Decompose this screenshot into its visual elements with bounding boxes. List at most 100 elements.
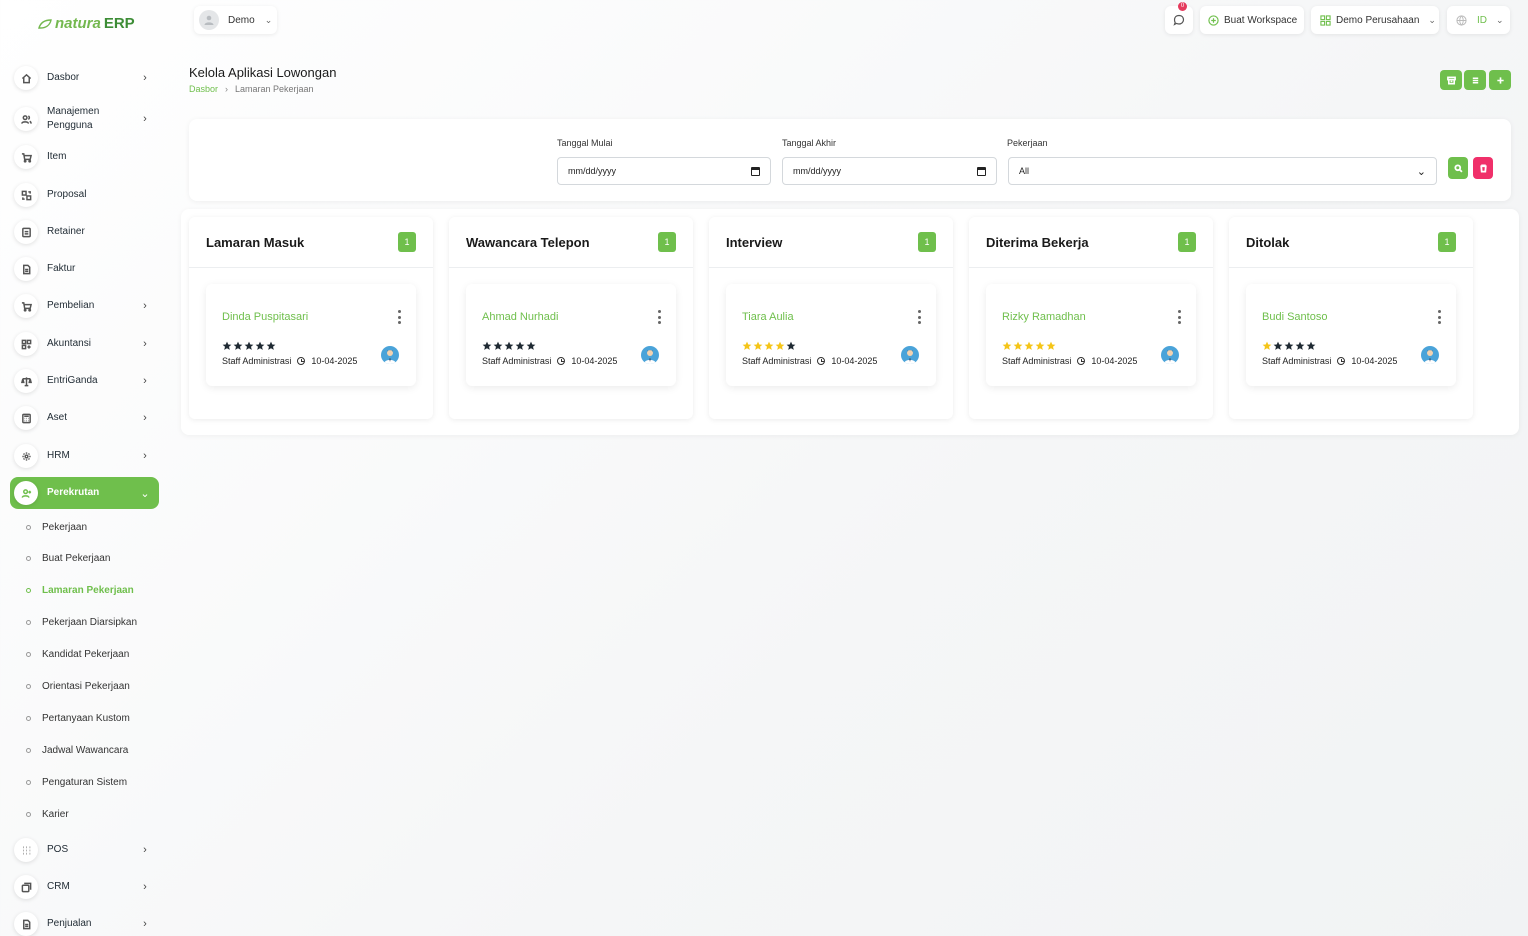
sidebar-item-hrm[interactable]: HRM ›: [10, 440, 159, 472]
more-options-icon[interactable]: [396, 310, 402, 324]
star-icon: [1002, 341, 1012, 350]
bullet-icon: [26, 683, 31, 689]
applicant-name-link[interactable]: Rizky Ramadhan: [1002, 311, 1086, 323]
star-icon: [526, 341, 536, 350]
sidebar-item-dasbor[interactable]: Dasbor ›: [10, 62, 159, 94]
bullet-icon: [26, 587, 31, 593]
bullet-icon: [26, 651, 31, 657]
breadcrumb: Dasbor › Lamaran Pekerjaan: [189, 84, 314, 94]
applicant-avatar[interactable]: [641, 346, 659, 364]
end-date-input[interactable]: mm/dd/yyyy: [782, 157, 997, 185]
submenu-item-pengaturan-sistem[interactable]: Pengaturan Sistem: [26, 774, 127, 790]
list-view-button[interactable]: [1464, 70, 1486, 90]
kanban-column: Diterima Bekerja 1 Rizky Ramadhan Staff Adm…: [969, 217, 1213, 419]
applicant-avatar[interactable]: [1161, 346, 1179, 364]
language-selector[interactable]: ID ⌄: [1447, 6, 1510, 34]
applicant-name-link[interactable]: Tiara Aulia: [742, 311, 794, 323]
applicant-card[interactable]: Ahmad Nurhadi Staff Administrasi 10-04-202…: [466, 284, 676, 386]
submenu-item-buat-pekerjaan[interactable]: Buat Pekerjaan: [26, 550, 110, 566]
sidebar-item-pos[interactable]: POS ›: [10, 834, 159, 866]
job-select[interactable]: All ⌄: [1008, 157, 1437, 185]
sidebar-item-label: Pembelian: [47, 300, 95, 311]
hrm-icon: [14, 444, 38, 468]
applicant-name-link[interactable]: Ahmad Nurhadi: [482, 311, 558, 323]
submenu-item-pekerjaan[interactable]: Pekerjaan: [26, 519, 87, 535]
sidebar-item-retainer[interactable]: Retainer: [10, 216, 159, 248]
column-title: Diterima Bekerja: [986, 234, 1089, 250]
reset-filter-button[interactable]: [1473, 157, 1493, 179]
sidebar-item-aset[interactable]: Aset ›: [10, 402, 159, 434]
calendar-icon[interactable]: [977, 166, 986, 176]
submenu-item-kandidat-pekerjaan[interactable]: Kandidat Pekerjaan: [26, 646, 129, 662]
brand-name-part1: natura: [55, 15, 101, 32]
archive-button[interactable]: [1440, 70, 1462, 90]
more-options-icon[interactable]: [656, 310, 662, 324]
applicant-card[interactable]: Dinda Puspitasari Staff Administrasi 10-04…: [206, 284, 416, 386]
sidebar-item-label: Penjualan: [47, 918, 92, 929]
rating-stars: [1002, 341, 1056, 351]
chevron-right-icon: ›: [143, 412, 147, 424]
sidebar-item-item[interactable]: Item: [10, 141, 159, 173]
chevron-right-icon: ›: [143, 881, 147, 893]
breadcrumb-home-link[interactable]: Dasbor: [189, 84, 218, 94]
chevron-down-icon: ⌄: [1416, 165, 1426, 178]
messages-button[interactable]: 0: [1165, 2, 1193, 34]
chevron-down-icon: ⌄: [1428, 14, 1436, 25]
star-icon: [742, 341, 752, 350]
column-count-badge: 1: [1178, 232, 1196, 252]
sidebar-item-faktur[interactable]: Faktur: [10, 253, 159, 285]
trash-icon: [1479, 163, 1487, 173]
chevron-right-icon: ›: [143, 844, 147, 856]
company-grid-icon: [1320, 14, 1331, 26]
brand-logo[interactable]: natura ERP: [38, 15, 135, 32]
sidebar-item-akuntansi[interactable]: Akuntansi ›: [10, 328, 159, 360]
create-workspace-button[interactable]: Buat Workspace: [1200, 6, 1304, 34]
sidebar-item-pembelian[interactable]: Pembelian ›: [10, 290, 159, 322]
cart-icon: [14, 145, 38, 169]
sidebar-item-manajemen-pengguna[interactable]: Manajemen Pengguna ›: [10, 102, 159, 136]
add-button[interactable]: [1489, 70, 1511, 90]
applicant-card[interactable]: Tiara Aulia Staff Administrasi 10-04-2025: [726, 284, 936, 386]
more-options-icon[interactable]: [1176, 310, 1182, 324]
submenu-item-pekerjaan-diarsipkan[interactable]: Pekerjaan Diarsipkan: [26, 614, 137, 630]
more-options-icon[interactable]: [916, 310, 922, 324]
applicant-job: Staff Administrasi: [1002, 356, 1072, 366]
search-button[interactable]: [1448, 157, 1468, 179]
sidebar-item-penjualan[interactable]: Penjualan ›: [10, 908, 159, 936]
applied-date: 10-04-2025: [1351, 356, 1398, 366]
submenu-item-pertanyaan-kustom[interactable]: Pertanyaan Kustom: [26, 710, 130, 726]
sidebar: natura ERP Dasbor › Manajemen Pengguna › …: [0, 0, 170, 936]
sidebar-item-entriganda[interactable]: EntriGanda ›: [10, 365, 159, 397]
submenu-item-lamaran-pekerjaan[interactable]: Lamaran Pekerjaan: [26, 582, 134, 598]
start-date-input[interactable]: mm/dd/yyyy: [557, 157, 771, 185]
applicant-card[interactable]: Rizky Ramadhan Staff Administrasi 10-04-20…: [986, 284, 1196, 386]
sidebar-item-proposal[interactable]: Proposal: [10, 179, 159, 211]
sidebar-item-label: Dasbor: [47, 72, 80, 83]
user-menu[interactable]: Demo ⌄: [194, 6, 277, 34]
sidebar-item-crm[interactable]: CRM ›: [10, 871, 159, 903]
applicant-avatar[interactable]: [381, 346, 399, 364]
applicant-name-link[interactable]: Dinda Puspitasari: [222, 311, 308, 323]
star-icon: [515, 341, 525, 350]
sidebar-item-label: EntriGanda: [47, 375, 98, 386]
star-icon: [753, 341, 763, 350]
applicant-card[interactable]: Budi Santoso Staff Administrasi 10-04-2025: [1246, 284, 1456, 386]
company-selector[interactable]: Demo Perusahaan ⌄: [1311, 6, 1439, 34]
more-options-icon[interactable]: [1436, 310, 1442, 324]
applicant-avatar[interactable]: [1421, 346, 1439, 364]
company-name: Demo Perusahaan: [1336, 14, 1420, 26]
plus-circle-icon: [1208, 14, 1219, 26]
applicant-name-link[interactable]: Budi Santoso: [1262, 311, 1327, 323]
proposal-icon: [14, 183, 38, 207]
star-icon: [1262, 341, 1272, 350]
calendar-icon[interactable]: [751, 166, 760, 176]
submenu-item-orientasi-pekerjaan[interactable]: Orientasi Pekerjaan: [26, 678, 130, 694]
column-count-badge: 1: [398, 232, 416, 252]
applicant-job: Staff Administrasi: [742, 356, 812, 366]
applicant-avatar[interactable]: [901, 346, 919, 364]
scale-icon: [14, 369, 38, 393]
sidebar-item-perekrutan[interactable]: Perekrutan ⌄: [10, 477, 159, 509]
submenu-item-label: Pekerjaan: [42, 521, 88, 533]
submenu-item-jadwal-wawancara[interactable]: Jadwal Wawancara: [26, 742, 128, 758]
submenu-item-karier[interactable]: Karier: [26, 806, 69, 822]
